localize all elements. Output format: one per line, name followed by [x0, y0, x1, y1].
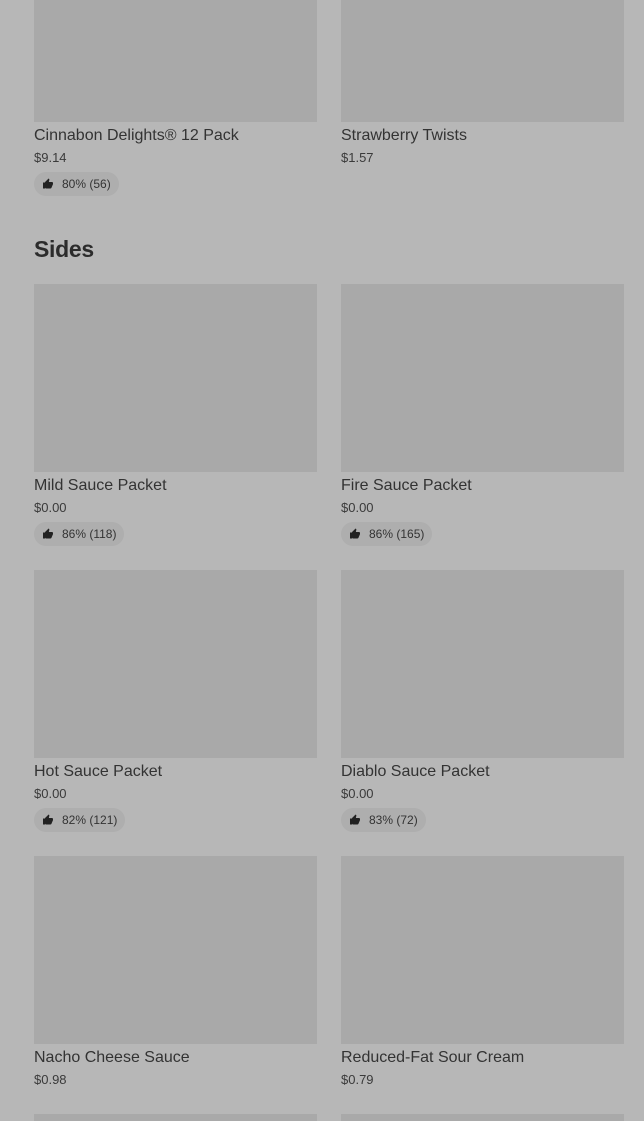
item-price: $0.00 — [34, 500, 67, 515]
item-price: $9.14 — [34, 150, 67, 165]
item-name: Reduced-Fat Sour Cream — [341, 1049, 525, 1066]
menu-item-card[interactable]: Cinnabon Delights® 12 Pack $9.14 80% (56… — [34, 0, 317, 196]
thumbs-up-icon — [43, 528, 53, 539]
item-image — [34, 570, 317, 758]
rating-badge: 80% (56) — [34, 172, 119, 196]
item-price: $0.00 — [34, 786, 67, 801]
item-name: Mild Sauce Packet — [34, 477, 167, 494]
item-name: Nacho Cheese Sauce — [34, 1049, 190, 1066]
rating-text: 83% (72) — [369, 813, 418, 827]
item-price: $0.00 — [341, 786, 374, 801]
rating-badge: 86% (118) — [34, 522, 125, 546]
item-name: Diablo Sauce Packet — [341, 763, 490, 780]
item-price: $1.57 — [341, 150, 374, 165]
menu-item-card[interactable]: Diablo Sauce Packet $0.00 83% (72) — [341, 570, 624, 832]
item-price: $0.79 — [341, 1072, 374, 1087]
rating-text: 80% (56) — [62, 177, 111, 191]
rating-text: 86% (165) — [369, 527, 425, 541]
section-title: Sides — [34, 236, 94, 262]
item-name: Fire Sauce Packet — [341, 477, 472, 494]
menu-item-card[interactable]: Fire Sauce Packet $0.00 86% (165) — [341, 284, 624, 546]
item-image — [341, 570, 624, 758]
rating-text: 86% (118) — [62, 527, 117, 541]
item-image — [341, 856, 624, 1044]
menu-item-card[interactable]: Strawberry Twists $1.57 — [341, 0, 624, 165]
menu-item-card[interactable]: Hot Sauce Packet $0.00 82% (121) — [34, 570, 317, 832]
item-price: $0.00 — [341, 500, 374, 515]
item-image[interactable] — [341, 1114, 624, 1121]
menu-item-card[interactable]: Nacho Cheese Sauce $0.98 — [34, 856, 317, 1087]
item-name: Hot Sauce Packet — [34, 763, 163, 780]
item-price: $0.98 — [34, 1072, 67, 1087]
item-image — [341, 284, 624, 472]
item-image — [34, 284, 317, 472]
item-image[interactable] — [34, 1114, 317, 1121]
thumbs-up-icon — [43, 178, 53, 189]
thumbs-up-icon — [350, 528, 360, 539]
thumbs-up-icon — [43, 814, 53, 825]
item-name: Strawberry Twists — [341, 127, 467, 144]
item-image — [341, 0, 624, 122]
thumbs-up-icon — [350, 814, 360, 825]
menu-item-card[interactable]: Mild Sauce Packet $0.00 86% (118) — [34, 284, 317, 546]
rating-badge: 82% (121) — [34, 808, 126, 832]
rating-badge: 86% (165) — [341, 522, 433, 546]
rating-text: 82% (121) — [62, 813, 118, 827]
rating-badge: 83% (72) — [341, 808, 426, 832]
item-image — [34, 856, 317, 1044]
item-name: Cinnabon Delights® 12 Pack — [34, 127, 239, 144]
item-image — [34, 0, 317, 122]
menu-item-card[interactable]: Reduced-Fat Sour Cream $0.79 — [341, 856, 624, 1087]
